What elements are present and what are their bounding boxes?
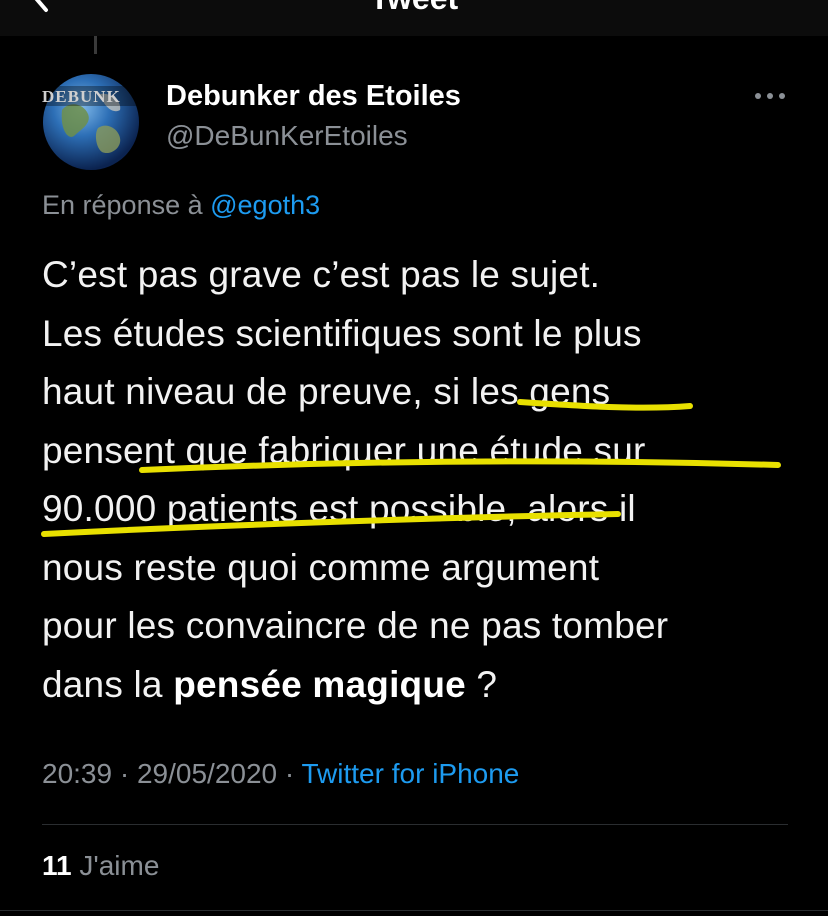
tweet-date: 29/05/2020: [136, 758, 278, 789]
reply-to-handle-link[interactable]: @egoth3: [210, 190, 320, 220]
tweet-line: pensent que fabriquer une étude sur: [42, 429, 646, 471]
reply-prefix: En réponse à: [42, 190, 211, 220]
author-handle[interactable]: @DeBunKerEtoiles: [166, 120, 408, 152]
reply-context: En réponse à @egoth3: [42, 190, 320, 221]
tweet-last-line-end: ?: [465, 663, 498, 705]
more-horizontal-icon[interactable]: [752, 88, 788, 104]
tweet-line: C’est pas grave c’est pas le sujet.: [42, 254, 601, 295]
tweet-metadata: 20:39 · 29/05/2020 · Twitter for iPhone: [42, 758, 519, 790]
tweet-line: haut niveau de preuve, si les gens: [42, 371, 611, 412]
likes-label: J'aime: [71, 850, 160, 881]
tweet-line: pour les convaincre de ne pas tomber: [42, 605, 669, 646]
thread-connector-line: [94, 36, 97, 54]
divider: [0, 910, 828, 911]
avatar-logo-text: DEBUNK: [42, 87, 121, 106]
tweet-line: Les études scientifiques sont le plus: [42, 312, 642, 354]
tweet-bold-phrase: pensée magique: [173, 663, 466, 705]
globe-avatar-image: DEBUNK: [40, 74, 142, 170]
tweet-last-line-start: dans la: [42, 663, 174, 705]
meta-separator: ·: [112, 758, 137, 789]
meta-separator: ·: [277, 758, 302, 789]
tweet-time: 20:39: [42, 758, 113, 789]
likes-count-link[interactable]: 11 J'aime: [42, 850, 159, 882]
top-navigation-bar: Tweet: [0, 0, 828, 36]
tweet-line: nous reste quoi comme argument: [42, 546, 600, 588]
tweet-source-link[interactable]: Twitter for iPhone: [302, 758, 520, 789]
page-title: Tweet: [0, 0, 828, 17]
tweet-text: C’est pas grave c’est pas le sujet. Les …: [42, 246, 802, 714]
divider: [42, 824, 788, 825]
tweet-line: 90.000 patients est possible, alors il: [42, 488, 636, 529]
tweet-line-last: dans la pensée magique ?: [42, 656, 802, 715]
likes-count: 11: [42, 850, 72, 881]
avatar[interactable]: DEBUNK: [40, 70, 142, 172]
author-name[interactable]: Debunker des Etoiles: [166, 80, 461, 113]
